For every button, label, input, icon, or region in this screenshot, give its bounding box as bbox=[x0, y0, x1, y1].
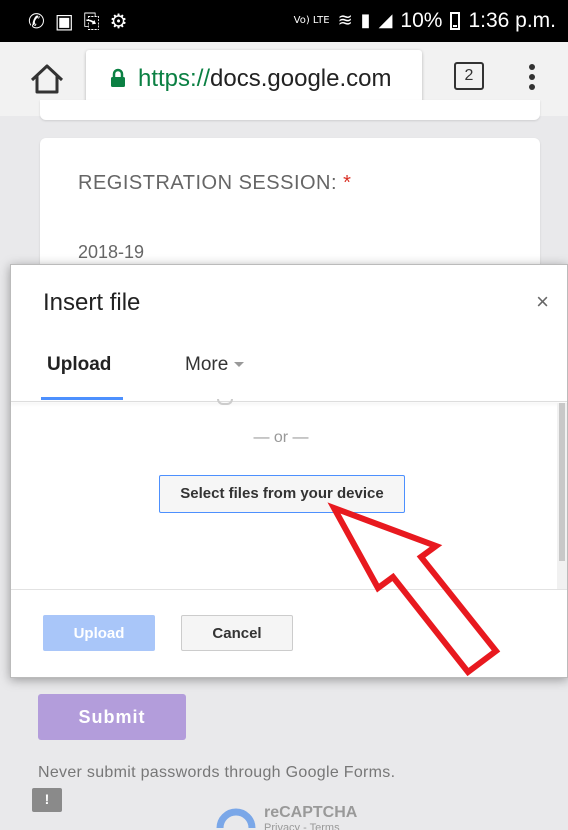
chevron-down-icon bbox=[234, 362, 245, 368]
wifi-icon: ≋ bbox=[337, 10, 353, 31]
footer-divider bbox=[11, 589, 567, 590]
question-answer: 2018-19 bbox=[78, 242, 145, 262]
tab-more[interactable]: More bbox=[185, 353, 245, 377]
insert-file-dialog: Insert file × Upload More — or — Select … bbox=[10, 264, 568, 678]
signal-icon: ◢ bbox=[378, 10, 393, 31]
tab-more-label: More bbox=[185, 354, 229, 375]
notification-icons: ✆ ▣ ⎘ ⚙ bbox=[28, 10, 128, 32]
recaptcha-title: reCAPTCHA bbox=[264, 804, 358, 821]
or-separator: — or — bbox=[253, 429, 309, 446]
drop-zone-icon bbox=[217, 399, 233, 405]
cancel-button[interactable]: Cancel bbox=[181, 615, 293, 651]
cast-icon: ⎘ bbox=[83, 9, 100, 33]
recaptcha-links[interactable]: Privacy - Terms bbox=[264, 822, 340, 830]
battery-percent: 10% bbox=[400, 9, 443, 32]
clock: 1:36 p.m. bbox=[468, 9, 556, 32]
question-card: REGISTRATION SESSION: * 2018-19 bbox=[40, 138, 540, 278]
url-text[interactable]: https://docs.google.com bbox=[138, 64, 392, 94]
recaptcha-icon bbox=[216, 808, 256, 829]
select-files-button[interactable]: Select files from your device bbox=[159, 475, 405, 513]
scrollbar-thumb[interactable] bbox=[559, 403, 565, 561]
question-title: REGISTRATION SESSION: * bbox=[78, 172, 352, 194]
form-card bbox=[40, 100, 540, 120]
feedback-icon[interactable]: ! bbox=[32, 788, 62, 812]
whatsapp-icon: ✆ bbox=[28, 9, 45, 33]
overflow-menu-icon[interactable] bbox=[528, 64, 536, 92]
tab-switcher-button[interactable]: 2 bbox=[454, 62, 484, 90]
battery-icon bbox=[450, 12, 461, 30]
url-host: docs.google.com bbox=[210, 65, 392, 92]
required-mark: * bbox=[343, 172, 352, 194]
close-icon[interactable]: × bbox=[536, 291, 549, 313]
tab-divider bbox=[11, 401, 567, 402]
submit-button[interactable]: Submit bbox=[38, 694, 186, 740]
upload-button[interactable]: Upload bbox=[43, 615, 155, 651]
settings-icon: ⚙ bbox=[109, 9, 128, 33]
system-indicators: Vo) LTE ≋ ▮ ◢ 10% 1:36 p.m. bbox=[294, 10, 556, 32]
url-scheme: https:// bbox=[138, 65, 211, 92]
image-icon: ▣ bbox=[54, 9, 74, 33]
home-icon[interactable] bbox=[28, 60, 66, 98]
dialog-title: Insert file bbox=[43, 289, 141, 316]
active-tab-indicator bbox=[41, 397, 123, 400]
lock-icon bbox=[111, 68, 125, 87]
sim-icon: ▮ bbox=[360, 10, 371, 31]
tab-upload[interactable]: Upload bbox=[47, 353, 111, 377]
status-bar: ✆ ▣ ⎘ ⚙ Vo) LTE ≋ ▮ ◢ 10% 1:36 p.m. bbox=[0, 0, 568, 42]
volte-indicator: Vo) LTE bbox=[293, 15, 330, 26]
password-notice: Never submit passwords through Google Fo… bbox=[38, 764, 396, 781]
